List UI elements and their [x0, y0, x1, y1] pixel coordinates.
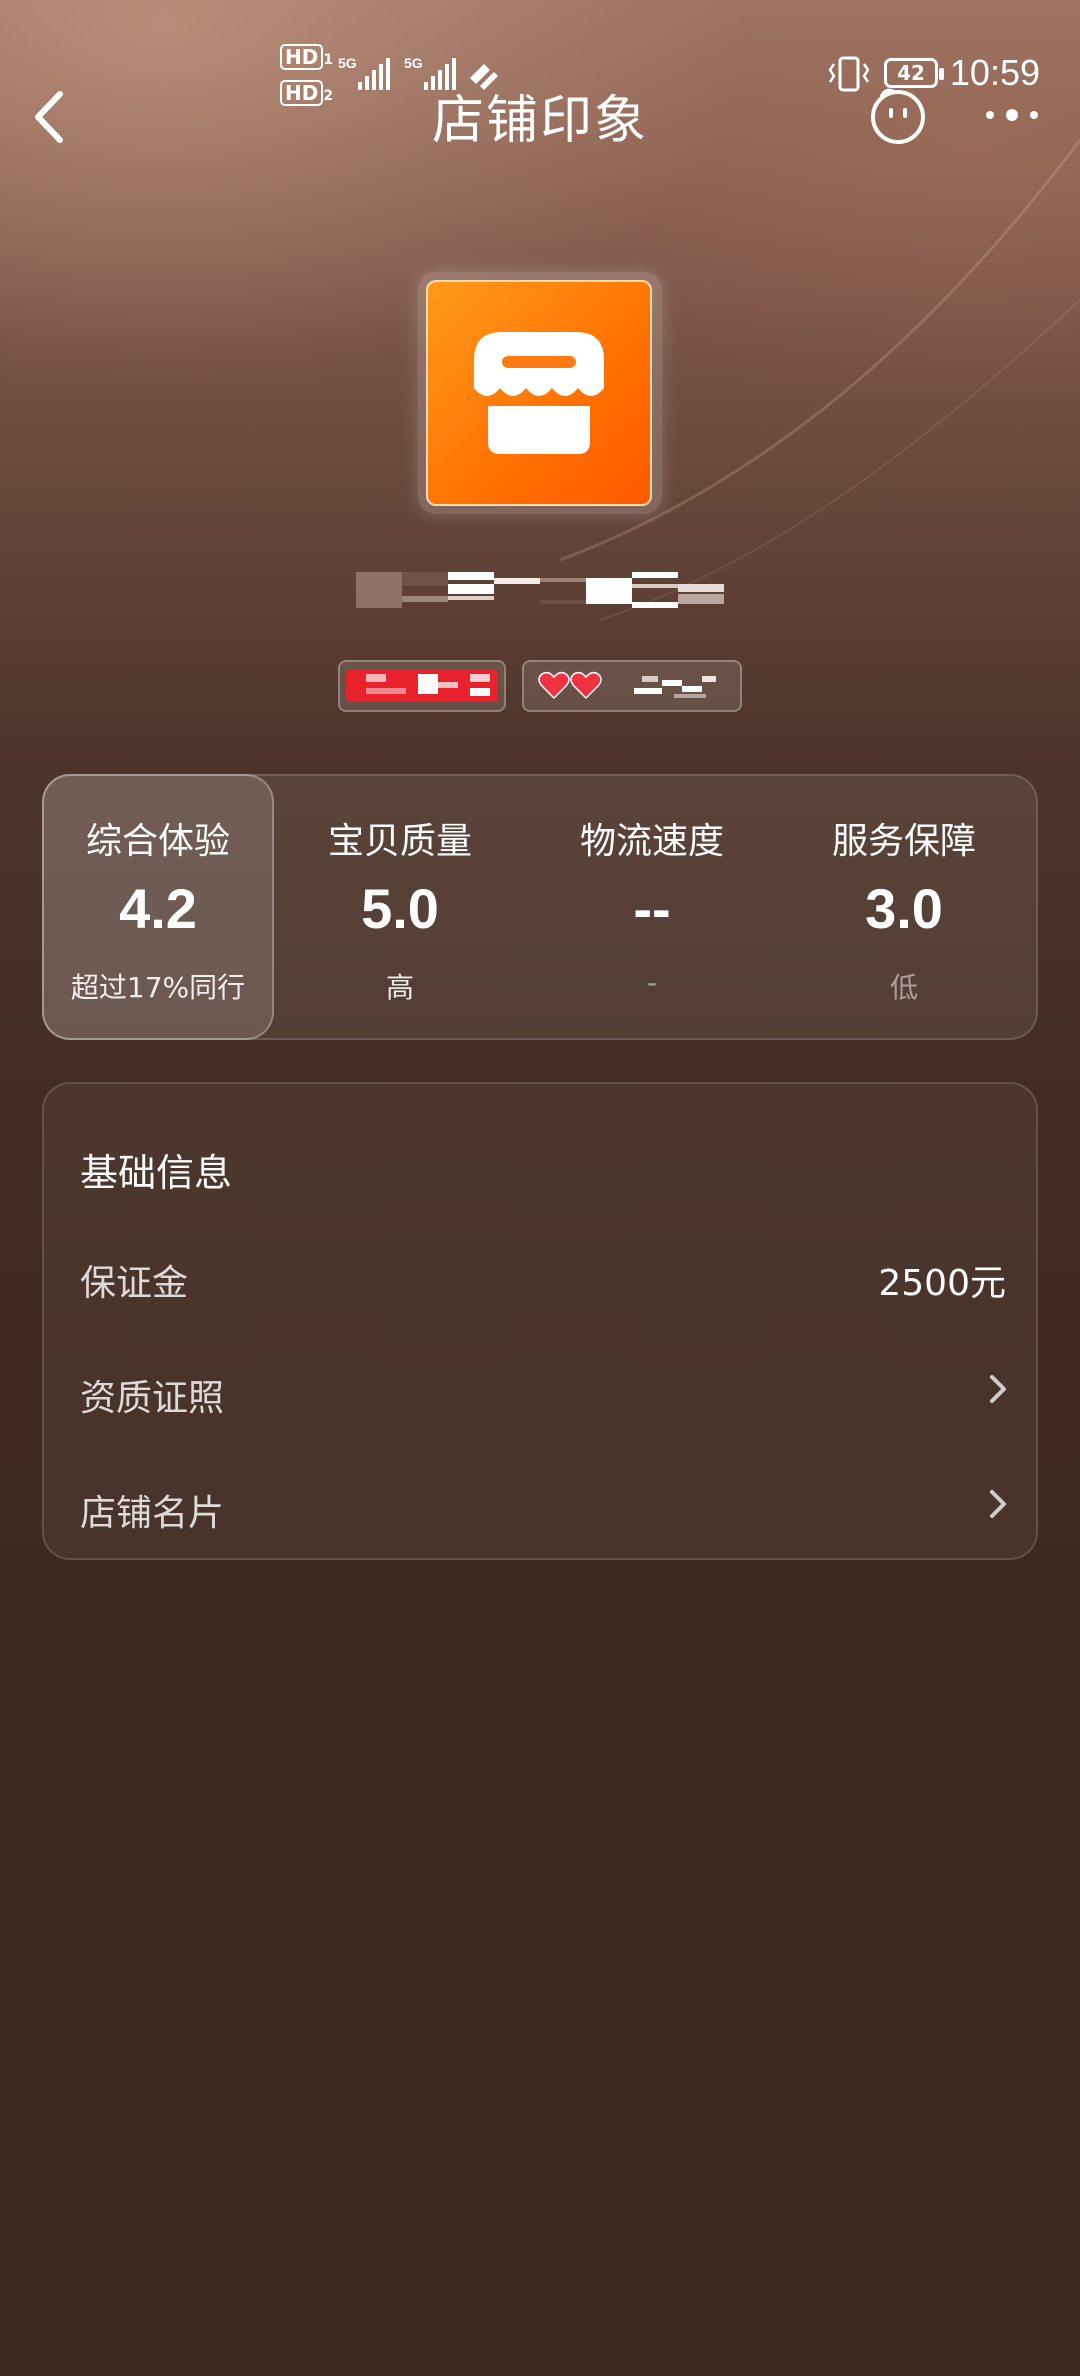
rating-overall[interactable]: 综合体验 4.2 超过17%同行 [42, 774, 274, 1040]
row-label: 店铺名片 [80, 1493, 225, 1534]
net2-label: 5G [404, 56, 423, 71]
rating-score: 5.0 [361, 877, 439, 940]
rating-sub: 高 [385, 971, 414, 1004]
row-label: 资质证照 [80, 1378, 225, 1419]
rating-label: 物流速度 [579, 821, 724, 862]
reputation-badge [522, 660, 742, 712]
rating-label: 综合体验 [85, 821, 230, 862]
net1-label: 5G [338, 56, 357, 71]
rating-item-service[interactable]: 服务保障 3.0 低 [778, 776, 1030, 1042]
basic-info-card: 基础信息 保证金 2500元 资质证照 店铺名片 [42, 1082, 1038, 1560]
rating-item-logistics[interactable]: 物流速度 -- - [526, 776, 778, 1042]
rating-sub: 超过17%同行 [70, 971, 246, 1004]
store-icon [474, 332, 604, 454]
rating-label: 宝贝质量 [327, 821, 472, 862]
hd-1-label: HD [280, 44, 324, 70]
shop-logo [418, 272, 662, 514]
rating-label: 服务保障 [831, 821, 976, 862]
row-label: 保证金 [80, 1263, 189, 1304]
rating-score: 3.0 [865, 877, 943, 940]
badge-redacted-image [346, 670, 498, 702]
rating-item-quality[interactable]: 宝贝质量 5.0 高 [274, 776, 526, 1042]
chevron-right-icon [990, 1375, 1006, 1403]
business-card-row[interactable]: 店铺名片 [44, 1454, 1040, 1554]
section-title: 基础信息 [80, 1151, 233, 1195]
license-row[interactable]: 资质证照 [44, 1339, 1040, 1439]
reputation-badge-content [538, 671, 716, 700]
deposit-value: 2500元 [878, 1263, 1006, 1304]
rating-sub: - [646, 966, 658, 999]
rating-score: -- [633, 877, 671, 940]
more-dots-icon [986, 109, 1038, 121]
sim1-label: 1 [323, 52, 334, 68]
ratings-card: 综合体验 4.2 超过17%同行 宝贝质量 5.0 高 物流速度 -- - 服务… [42, 774, 1038, 1040]
shop-logo-image [426, 280, 652, 506]
deposit-row: 保证金 2500元 [44, 1224, 1040, 1324]
chat-button[interactable] [868, 86, 928, 146]
more-button[interactable] [984, 100, 1040, 130]
chevron-right-icon [990, 1490, 1006, 1518]
shop-badge-redacted [338, 660, 506, 712]
heart-icon [538, 671, 602, 700]
rating-sub: 低 [889, 971, 918, 1004]
chat-face-icon [871, 88, 925, 144]
rating-score: 4.2 [119, 877, 197, 940]
shop-name-redacted [356, 572, 724, 608]
